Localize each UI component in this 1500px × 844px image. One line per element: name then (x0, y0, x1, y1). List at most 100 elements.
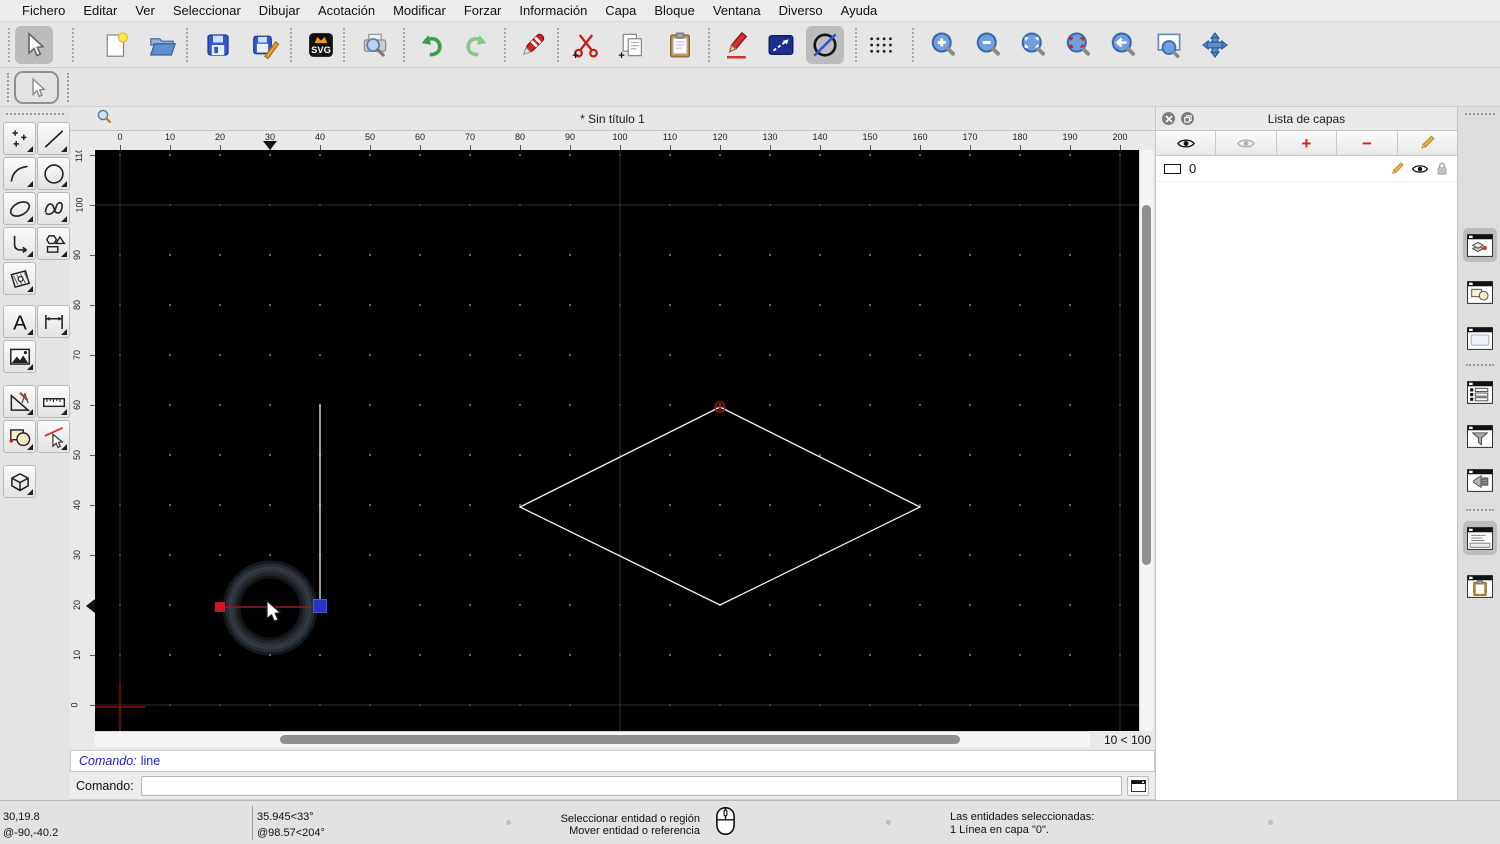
open-button[interactable] (143, 26, 181, 64)
command-input[interactable] (140, 775, 1122, 796)
zoom-out-button[interactable] (969, 26, 1007, 64)
zoom-previous-button[interactable] (1104, 26, 1142, 64)
horizontal-scrollbar-thumb[interactable] (280, 735, 960, 744)
polar-absolute: 35.945<33° (257, 811, 314, 823)
command-messages-window-button[interactable] (1463, 463, 1497, 497)
tool-shapes-button[interactable] (37, 227, 70, 260)
layer-panel-header: Lista de capas (1156, 107, 1457, 131)
tool-hatch-button[interactable] (3, 262, 36, 295)
select-tool-button[interactable] (14, 71, 59, 104)
hide-all-layers-button[interactable] (1216, 131, 1277, 156)
tool-modify-line-button[interactable] (37, 420, 70, 453)
undo-button[interactable] (412, 26, 450, 64)
layer-visibility-icon[interactable] (1411, 163, 1429, 175)
hatch-icon (9, 269, 30, 288)
tool-text-button[interactable]: A (3, 305, 36, 338)
filter-window-button[interactable] (1463, 419, 1497, 453)
save-button[interactable] (199, 26, 237, 64)
menu-editar[interactable]: Editar (74, 3, 126, 18)
library-browser-window-button[interactable] (1463, 321, 1497, 355)
add-layer-button[interactable]: + (1276, 131, 1338, 156)
copy-icon: + (618, 33, 642, 60)
layer-list-window-button[interactable] (1463, 228, 1497, 262)
drawing-canvas[interactable] (95, 150, 1139, 731)
librecad-window: Fichero Editar Ver Seleccionar Dibujar Acotac… (0, 0, 1500, 844)
diamond-entity[interactable] (518, 406, 922, 606)
block-list-window-button[interactable] (1463, 275, 1497, 309)
layer-row[interactable]: 0 (1156, 156, 1457, 182)
menu-forzar[interactable]: Forzar (455, 3, 511, 18)
paste-button[interactable] (661, 26, 699, 64)
menu-ayuda[interactable]: Ayuda (832, 3, 887, 18)
tool-cube3d-button[interactable] (3, 465, 36, 498)
restrict-nothing-button[interactable] (806, 26, 844, 64)
hruler-label: 170 (962, 132, 978, 142)
select-button[interactable] (15, 26, 53, 64)
cut-button[interactable]: + (567, 26, 605, 64)
zoom-prev-icon (1111, 32, 1135, 56)
vruler-label: 50 (72, 449, 83, 461)
layer-lock-icon[interactable] (1435, 161, 1449, 177)
tool-ellipse-button[interactable] (3, 192, 36, 225)
menu-diverso[interactable]: Diverso (770, 3, 832, 18)
edit-entity-button[interactable] (718, 26, 756, 64)
snap-grid-button[interactable] (862, 26, 900, 64)
tool-line-button[interactable] (37, 122, 70, 155)
tool-circle-button[interactable] (37, 157, 70, 190)
zoom-redraw-button[interactable] (1059, 26, 1097, 64)
entity-list-window-button[interactable] (1463, 375, 1497, 409)
tool-explode-button[interactable] (3, 420, 36, 453)
secondary-toolbar (0, 68, 1500, 107)
tool-arc-button[interactable] (3, 157, 36, 190)
save-as-button[interactable] (246, 26, 284, 64)
tool-dimension-button[interactable] (37, 305, 70, 338)
zoom-pan-button[interactable] (1196, 26, 1234, 64)
zoom-window-button[interactable] (1150, 26, 1188, 64)
menu-información[interactable]: Información (510, 3, 596, 18)
strip-drag-handle[interactable] (1465, 113, 1495, 115)
new-document-button[interactable] (97, 26, 135, 64)
menu-dibujar[interactable]: Dibujar (250, 3, 309, 18)
show-all-layers-button[interactable] (1156, 131, 1217, 156)
command-line-window-button[interactable] (1463, 521, 1497, 555)
endpoint-handle-blue[interactable] (313, 599, 327, 613)
tool-image-button[interactable] (3, 340, 36, 373)
command-keyboard-toggle-button[interactable] (1127, 775, 1149, 796)
tool-spline-button[interactable] (37, 192, 70, 225)
horizontal-ruler: 0 10 20 30 40 50 60 70 80 90 100 110 120 130 140 150 160… (95, 131, 1139, 150)
menu-ver[interactable]: Ver (126, 3, 164, 18)
draw-order-button[interactable] (762, 26, 800, 64)
menu-capa[interactable]: Capa (596, 3, 645, 18)
tool-polyline-button[interactable] (3, 227, 36, 260)
menu-seleccionar[interactable]: Seleccionar (164, 3, 250, 18)
menu-acotación[interactable]: Acotación (309, 3, 384, 18)
zoom-auto-button[interactable] (1014, 26, 1052, 64)
menu-bloque[interactable]: Bloque (645, 3, 703, 18)
menu-fichero[interactable]: Fichero (13, 3, 74, 18)
redo-button[interactable] (458, 26, 496, 64)
tool-measure-button[interactable] (3, 385, 36, 418)
delete-button[interactable] (514, 26, 552, 64)
tool-ruler-button[interactable] (37, 385, 70, 418)
zoom-in-button[interactable] (924, 26, 962, 64)
horizontal-scrollbar[interactable] (95, 731, 1090, 747)
clipboard-window-button[interactable] (1463, 569, 1497, 603)
copy-button[interactable]: + (613, 26, 651, 64)
vertical-scrollbar-thumb[interactable] (1142, 205, 1151, 565)
export-svg-button[interactable]: SVG (302, 26, 340, 64)
menu-modificar[interactable]: Modificar (384, 3, 455, 18)
palette-drag-handle[interactable] (6, 113, 64, 115)
float-panel-button[interactable] (1181, 112, 1194, 125)
coords-relative: @-90,-40.2 (3, 827, 59, 839)
save-icon (207, 34, 229, 56)
endpoint-handle-red[interactable] (215, 602, 225, 612)
vertical-scrollbar[interactable] (1139, 150, 1153, 731)
remove-layer-button[interactable]: − (1337, 131, 1398, 156)
menu-ventana[interactable]: Ventana (704, 3, 770, 18)
tool-points-button[interactable] (3, 122, 36, 155)
hruler-label: 110 (662, 132, 678, 142)
print-preview-button[interactable] (356, 26, 394, 64)
close-panel-button[interactable] (1162, 112, 1175, 125)
layer-edit-icon[interactable] (1389, 161, 1405, 177)
edit-layer-button[interactable] (1397, 131, 1458, 156)
